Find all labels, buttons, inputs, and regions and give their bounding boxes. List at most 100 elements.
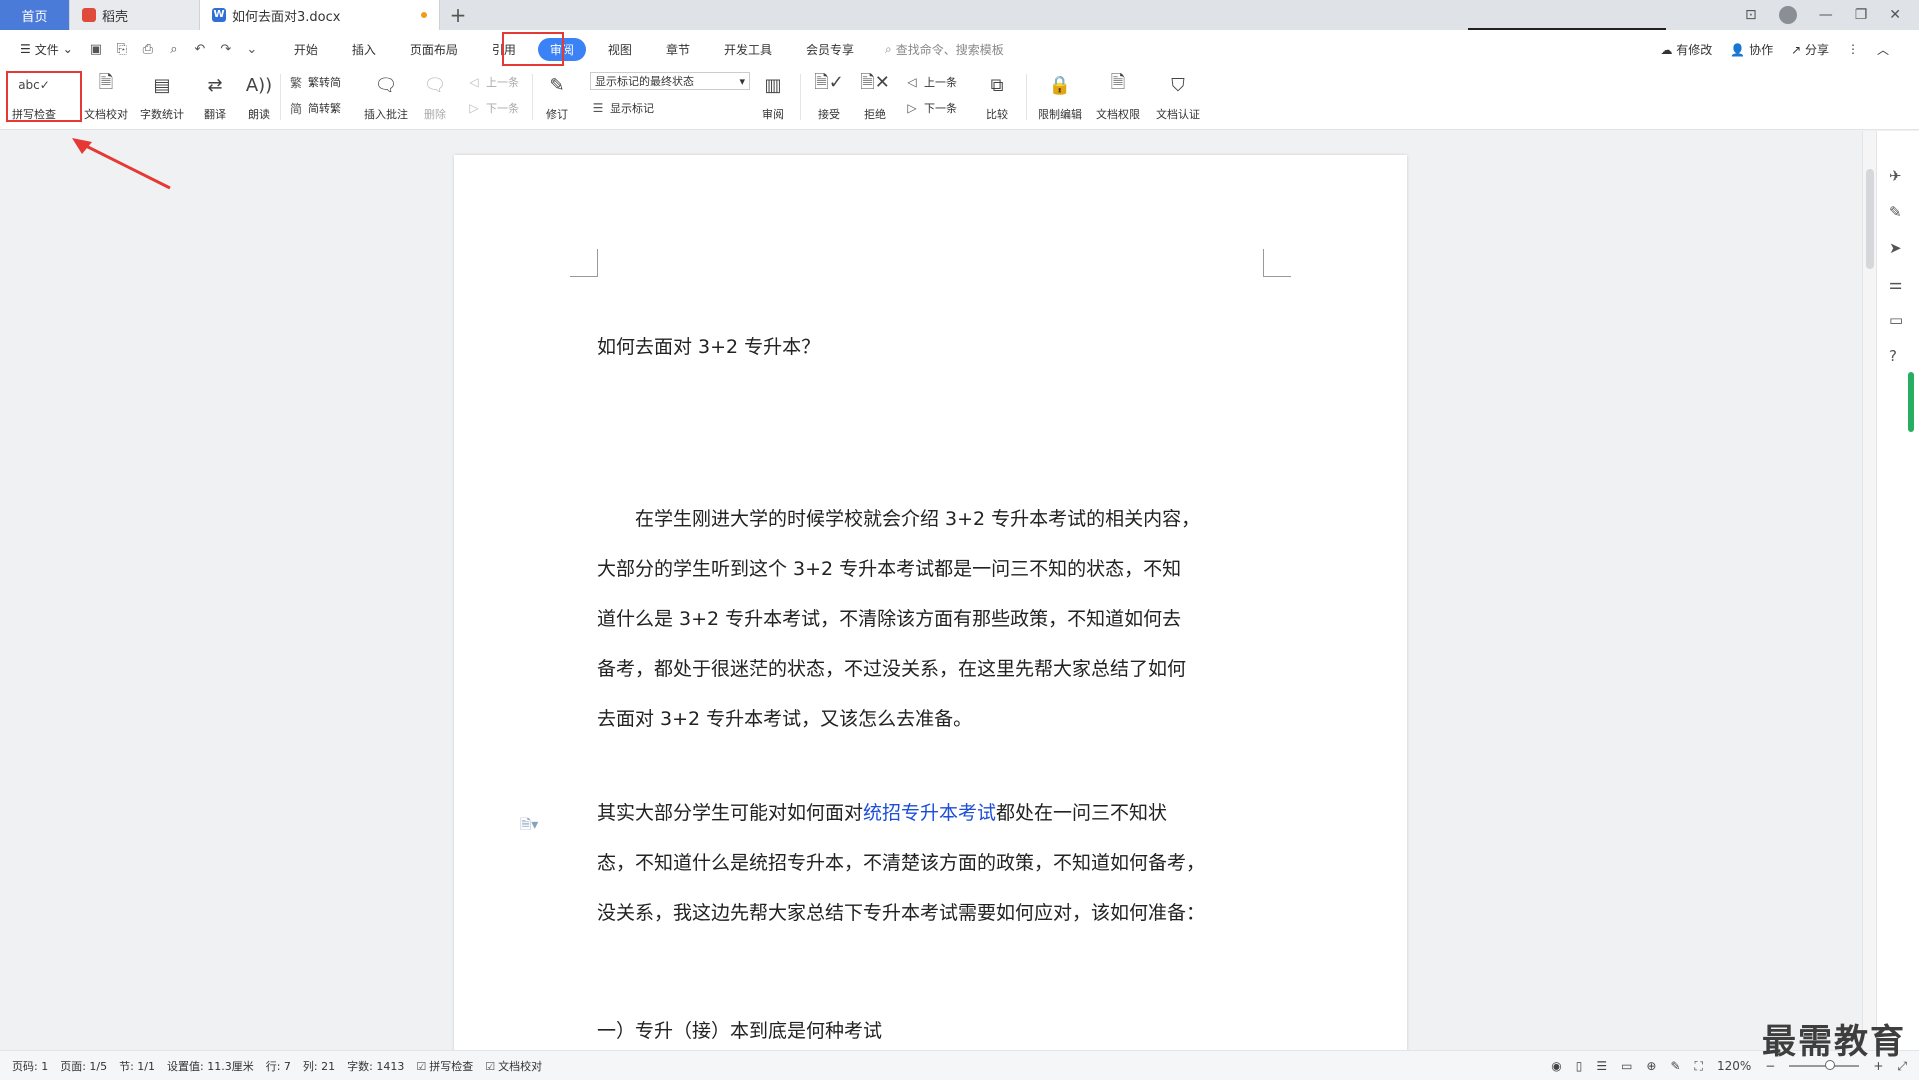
prev-comment-button[interactable]: ◁ 上一条 [466,74,519,90]
word-count-icon: ▤ [153,74,171,96]
simp-to-trad-button[interactable]: 简简转繁 [288,100,341,116]
web-view-icon[interactable]: ⊕ [1646,1059,1656,1073]
read-aloud-button[interactable]: A)) 朗读 [244,70,274,122]
zoom-slider[interactable] [1789,1060,1860,1070]
paragraph-2[interactable]: 其实大部分学生可能对如何面对统招专升本考试都处在一问三不知状 态，不知道什么是统… [597,788,1277,938]
status-spell-check[interactable]: 拼写检查 [416,1058,473,1074]
prev-change-button[interactable]: ◁ 上一条 [904,74,957,90]
document-workspace[interactable]: 如何去面对 3+2 专升本？ 在学生刚进大学的时候学校就会介绍 3+2 专升本考… [0,131,1919,1055]
hamburger-icon: ☰ [20,42,31,56]
collapse-ribbon-icon[interactable]: ︿ [1877,41,1889,58]
tab-daoke[interactable]: 稻壳 [70,0,200,30]
track-changes-button[interactable]: ✎ 修订 [542,70,572,122]
file-menu[interactable]: ☰ 文件 ⌄ [12,37,81,62]
avatar[interactable] [1778,6,1797,24]
translate-button[interactable]: ⇄ 翻译 [200,70,230,122]
status-col[interactable]: 列: 21 [303,1058,335,1074]
hyperlink[interactable]: 统招专升本考试 [863,802,996,824]
help-icon[interactable]: ? [1889,347,1897,365]
status-setting[interactable]: 设置值: 11.3厘米 [167,1058,254,1074]
status-page-no[interactable]: 页码: 1 [12,1058,48,1074]
reject-button[interactable]: 🗎✕ 拒绝 [860,70,890,122]
minimize-button[interactable]: — [1819,7,1833,23]
doc-auth-button[interactable]: ⛉ 文档认证 [1156,70,1200,122]
style-icon[interactable]: ✈ [1889,167,1902,185]
tab-review[interactable]: 审阅 [537,37,586,61]
share-button[interactable]: ↗ 分享 [1791,41,1829,58]
tab-references[interactable]: 引用 [480,38,528,61]
eye-protect-icon[interactable]: ◉ [1551,1059,1561,1073]
select-icon[interactable]: ➤ [1889,239,1902,257]
tab-document[interactable]: W 如何去面对3.docx [200,0,440,30]
export-icon[interactable]: ⎘ [111,42,133,57]
more-icon[interactable]: ⋮ [1847,42,1859,56]
tab-home[interactable]: 首页 [0,0,70,30]
fit-page-icon[interactable]: ⛶ [1695,1059,1703,1074]
next-change-button[interactable]: ▷ 下一条 [904,100,957,116]
review-pane-button[interactable]: ▥ 审阅 [758,70,788,122]
doc-proof-icon: 🗎 [98,72,114,93]
prev-comment-icon: ◁ [469,75,479,89]
show-markup-button[interactable]: ☰ 显示标记 [590,100,654,116]
page-view-icon[interactable]: ▯ [1576,1059,1583,1073]
scrollbar-thumb[interactable] [1866,169,1874,269]
zoom-level[interactable]: 120% [1717,1059,1751,1073]
redo-icon[interactable]: ↷ [215,42,237,57]
read-aloud-icon: A)) [245,74,273,96]
pen-mode-icon[interactable]: ✎ [1670,1059,1680,1073]
backup-icon[interactable]: ▭ [1889,311,1903,329]
save-icon[interactable]: ▣ [85,42,107,57]
collab-button[interactable]: 👤 协作 [1730,41,1773,58]
word-count-button[interactable]: ▤ 字数统计 [140,70,184,122]
print-icon[interactable]: ⎙ [137,42,159,57]
tab-view[interactable]: 视图 [596,38,644,61]
section-heading[interactable]: 一）专升（接）本到底是何种考试 [597,1006,1277,1056]
modified-button[interactable]: ☁ 有修改 [1660,41,1712,58]
status-section[interactable]: 节: 1/1 [119,1058,155,1074]
trad-to-simp-button[interactable]: 繁繁转简 [288,74,341,90]
outline-view-icon[interactable]: ☰ [1596,1059,1607,1073]
command-search[interactable]: ⌕ 查找命令、搜索模板 [885,41,1004,58]
status-word-count[interactable]: 字数: 1413 [347,1058,404,1074]
pen-icon[interactable]: ✎ [1889,203,1902,221]
layout-icon[interactable]: ⊡ [1745,7,1757,23]
status-doc-proof[interactable]: 文档校对 [485,1058,542,1074]
text-line: 大部分的学生听到这个 3+2 专升本考试都是一问三不知的状态，不知 [597,558,1182,580]
tab-chapter[interactable]: 章节 [654,38,702,61]
markup-mode-select[interactable]: 显示标记的最终状态 ▾ [590,72,750,90]
side-progress-bar [1908,372,1914,432]
doc-title[interactable]: 如何去面对 3+2 专升本？ [597,322,1277,372]
document-page[interactable]: 如何去面对 3+2 专升本？ 在学生刚进大学的时候学校就会介绍 3+2 专升本考… [454,155,1407,1055]
tab-page-layout[interactable]: 页面布局 [398,38,470,61]
new-tab-button[interactable]: + [440,0,476,30]
tab-insert[interactable]: 插入 [340,38,388,61]
paragraph-comment-icon[interactable]: 🗎▾ [520,814,538,838]
sliders-icon[interactable]: ⚌ [1889,275,1902,293]
tab-start[interactable]: 开始 [282,38,330,61]
accept-button[interactable]: 🗎✓ 接受 [814,70,844,122]
spell-check-button[interactable]: abc✓ 拼写检查 [12,70,56,122]
restrict-edit-button[interactable]: 🔒 限制编辑 [1038,70,1082,122]
paragraph-1[interactable]: 在学生刚进大学的时候学校就会介绍 3+2 专升本考试的相关内容， 大部分的学生听… [597,494,1277,744]
annotation-arrow [72,138,171,190]
read-view-icon[interactable]: ▭ [1621,1059,1632,1073]
next-comment-button[interactable]: ▷ 下一条 [466,100,519,116]
print-preview-icon[interactable]: ⌕ [163,42,185,57]
close-button[interactable]: ✕ [1889,7,1901,23]
shield-icon: ⛉ [1171,74,1185,96]
margin-corner [1263,249,1291,277]
restore-button[interactable]: ❐ [1855,7,1868,23]
customize-icon[interactable]: ⌄ [241,42,263,57]
status-row[interactable]: 行: 7 [266,1058,291,1074]
doc-permission-button[interactable]: 🗎 文档权限 [1096,70,1140,122]
insert-comment-button[interactable]: 🗨 插入批注 [364,70,408,122]
tab-member[interactable]: 会员专享 [794,38,866,61]
doc-proof-button[interactable]: 🗎 文档校对 [84,70,128,122]
undo-icon[interactable]: ↶ [189,42,211,57]
delete-comment-button[interactable]: 🗨 删除 [420,70,450,122]
trad-to-simp-icon: 繁 [289,75,302,90]
compare-button[interactable]: ⧉ 比较 [982,70,1012,122]
vertical-scrollbar[interactable] [1862,131,1876,1050]
status-page[interactable]: 页面: 1/5 [60,1058,107,1074]
tab-developer[interactable]: 开发工具 [712,38,784,61]
